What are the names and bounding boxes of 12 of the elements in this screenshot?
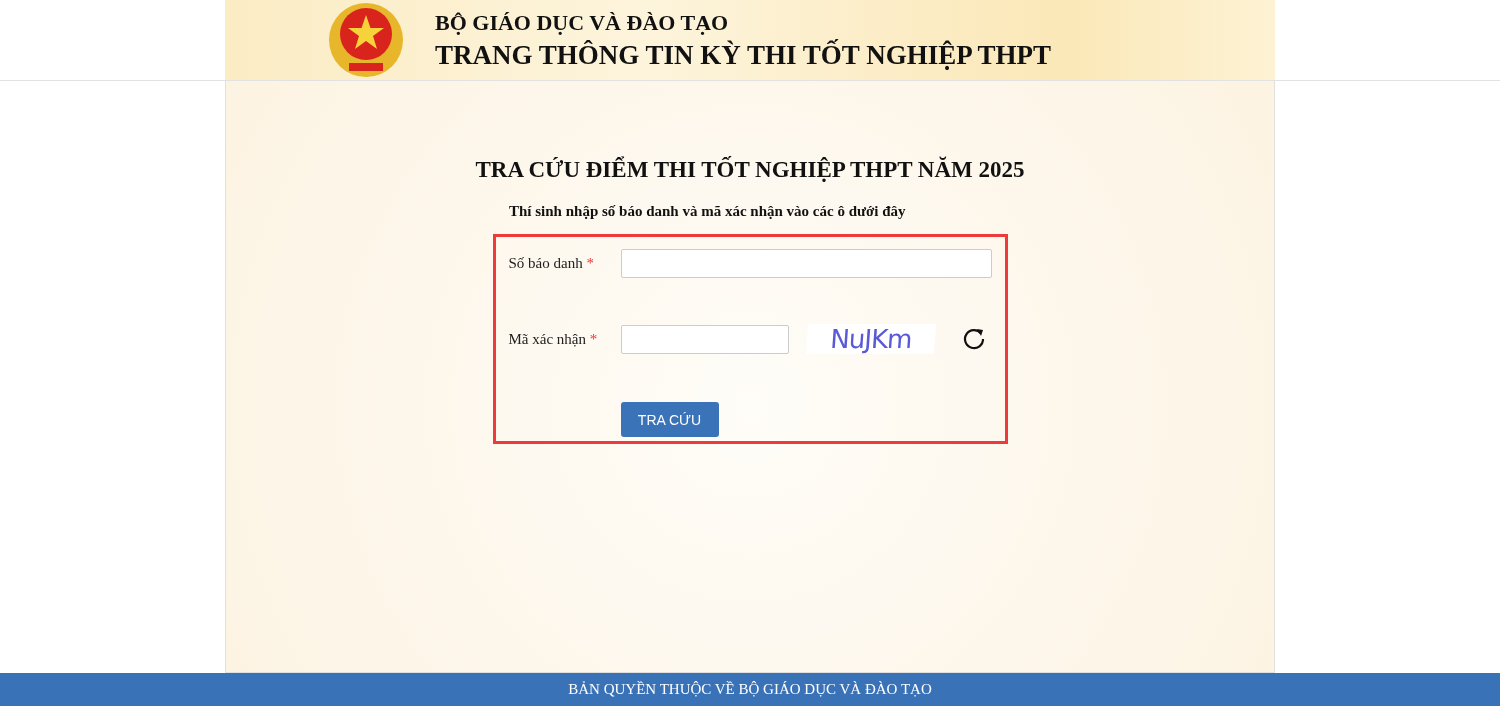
field-label: Mã xác nhận * [508, 330, 599, 348]
ministry-name: BỘ GIÁO DỤC VÀ ĐÀO TẠO [435, 9, 730, 37]
search-button[interactable]: TRA CỨU [620, 402, 719, 437]
site-title: TRANG THÔNG TIN KỲ THI TỐT NGHIỆP THPT [435, 38, 1051, 72]
field-label: Số báo danh * [508, 254, 595, 272]
instruction-text: Thí sinh nhập số báo danh và mã xác nhận vào các ô dưới đây [508, 203, 907, 220]
input-field[interactable] [620, 324, 789, 354]
input-field[interactable] [620, 248, 992, 278]
page-title: TRA CỨU ĐIỂM THI TỐT NGHIỆP THPT NĂM 2025 [475, 157, 1025, 183]
footer-text: BẢN QUYỀN THUỘC VỀ BỘ GIÁO DỤC VÀ ĐÀO TẠO [0, 673, 1500, 706]
emblem-icon [327, 1, 405, 79]
captcha-image: NuJKm [805, 324, 936, 354]
